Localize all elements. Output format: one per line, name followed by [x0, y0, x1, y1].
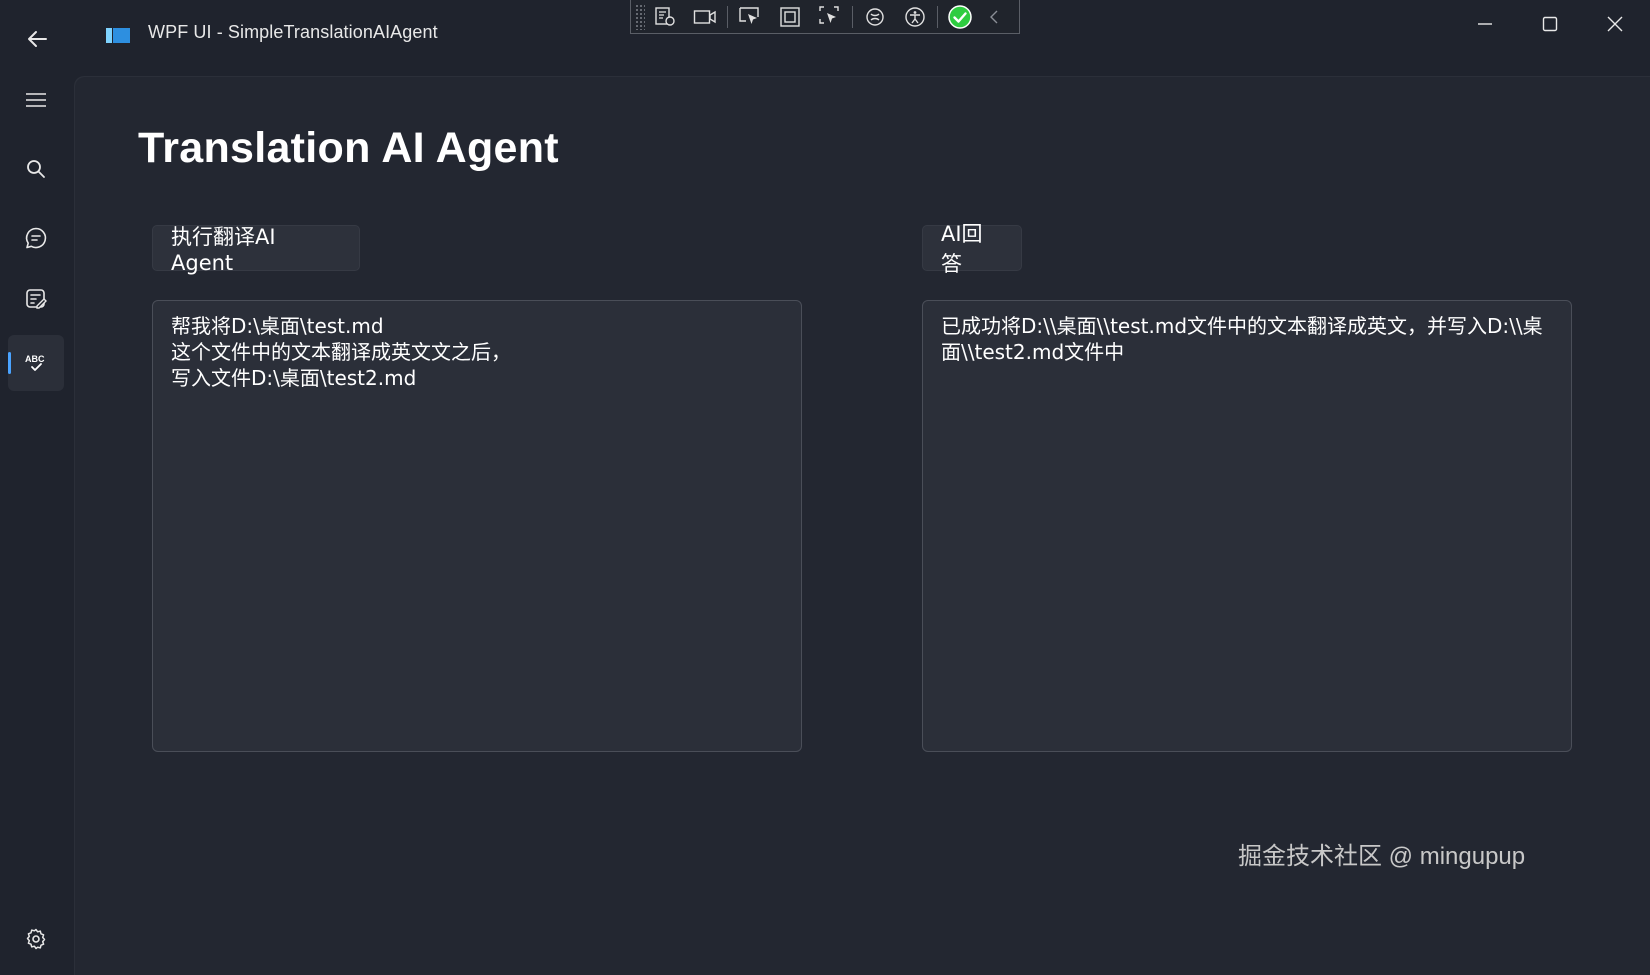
display-layout-adorners-button[interactable]: [770, 1, 810, 32]
minimize-icon: [1478, 23, 1492, 25]
ai-answer-button[interactable]: AI回答: [922, 222, 1022, 276]
display-layout-adorners-icon: [780, 6, 800, 27]
nav-item-chat[interactable]: [8, 210, 64, 266]
spell-check-icon: ABC: [25, 354, 45, 371]
close-button[interactable]: [1585, 6, 1645, 42]
live-visual-tree-button[interactable]: [645, 1, 685, 32]
chat-icon: [25, 227, 47, 249]
hot-reload-icon: [866, 7, 884, 26]
svg-text:ABC: ABC: [25, 354, 45, 364]
maximize-icon: [1542, 16, 1558, 32]
accessibility-icon: [905, 6, 925, 27]
nav-item-tasks[interactable]: [8, 271, 64, 327]
back-button[interactable]: [20, 22, 54, 56]
select-element-icon: [739, 6, 759, 24]
hot-reload-button[interactable]: [855, 1, 895, 32]
maximize-button[interactable]: [1520, 6, 1580, 42]
toolbar-separator: [852, 5, 853, 28]
record-icon: [693, 9, 716, 24]
app-logo-icon: [106, 28, 130, 43]
binding-status-ok-icon: [948, 4, 972, 29]
close-icon: [1607, 16, 1623, 32]
nav-item-translation[interactable]: ABC: [8, 335, 64, 391]
minimize-button[interactable]: [1455, 6, 1515, 42]
track-focus-button[interactable]: [810, 1, 850, 32]
run-translation-agent-button[interactable]: 执行翻译AI Agent: [152, 225, 360, 275]
select-element-button[interactable]: [730, 1, 770, 32]
app-window: WPF UI - SimpleTranslationAIAgent ABC Tr…: [0, 0, 1650, 975]
nav-item-search[interactable]: [8, 141, 64, 197]
binding-status-button[interactable]: [940, 1, 980, 32]
accessibility-checker-button[interactable]: [895, 1, 935, 32]
hamburger-menu-icon: [26, 93, 46, 107]
search-icon: [27, 160, 45, 178]
toolbar-separator: [937, 5, 938, 28]
track-focus-icon: [819, 5, 839, 24]
request-input-textbox[interactable]: 帮我将D:\桌面\test.md 这个文件中的文本翻译成英文文之后， 写入文件D…: [152, 300, 802, 752]
window-title: WPF UI - SimpleTranslationAIAgent: [148, 22, 438, 42]
page-title: Translation AI Agent: [138, 124, 559, 172]
nav-item-settings[interactable]: [8, 911, 64, 967]
navigation-sidebar: ABC: [0, 72, 72, 975]
toolbar-grip[interactable]: [635, 3, 645, 30]
xaml-debug-toolbar: [630, 0, 1020, 34]
task-edit-icon: [26, 289, 47, 309]
arrow-left-icon: [28, 31, 47, 47]
watermark-text: 掘金技术社区 @ mingupup: [1238, 843, 1526, 870]
live-visual-tree-icon: [655, 6, 675, 26]
active-nav-indicator: [8, 352, 11, 374]
toolbar-separator: [727, 5, 728, 28]
ai-response-textbox[interactable]: 已成功将D:\\桌面\\test.md文件中的文本翻译成英文，并写入D:\\桌面…: [922, 300, 1572, 752]
record-button[interactable]: [685, 1, 725, 32]
collapse-toolbar-button[interactable]: [980, 1, 1008, 32]
hamburger-menu-button[interactable]: [8, 72, 64, 128]
settings-gear-icon: [26, 928, 46, 950]
collapse-chevron-icon: [990, 10, 998, 23]
